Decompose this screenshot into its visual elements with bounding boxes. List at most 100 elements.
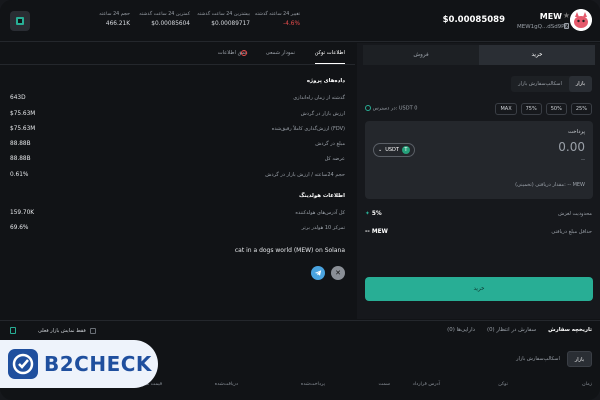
order-type-scalp[interactable]: اسکالپ‌سفارش بازار: [511, 76, 569, 92]
tab-order-history[interactable]: تاریخچه سفارش: [548, 327, 592, 333]
token-name: MEW: [539, 12, 562, 21]
stat-low: کمترین 24 ساعت گذشته $0.00085604: [130, 12, 190, 27]
token-description: cat in a dogs world (MEW) on Solana: [234, 247, 345, 254]
tab-token-info[interactable]: اطلاعات توکن: [314, 50, 346, 64]
estimated-receive: مقدار دریافتی (تخمینی): -- MEW: [515, 182, 585, 188]
info-tabs: اطلاعات توکن نمودار شمعی عمق اطلاعات !: [0, 43, 355, 65]
percent-buttons: 25% 50% 75% MAX: [495, 103, 592, 115]
col-time: زمان: [582, 382, 592, 387]
col-side: سمت: [378, 382, 390, 387]
slippage-label: محدودیت لغزش: [558, 211, 592, 217]
star-icon[interactable]: ★: [563, 11, 570, 20]
min-receive-label: حداقل مبلغ دریافتی: [551, 229, 592, 235]
info-row: کل آدرس‌های هولدکننده 159.70K: [10, 210, 345, 219]
trade-panel: فروش خرید بازار اسکالپ‌سفارش بازار در دس…: [357, 43, 600, 319]
token-avatar: [570, 9, 592, 31]
info-row: تمرکز 10 هولدر برتر 69.6%: [10, 225, 345, 234]
percent-max-button[interactable]: MAX: [495, 103, 517, 115]
order-type-tabs: بازار اسکالپ‌سفارش بازار: [511, 76, 592, 92]
stat-high-label: بیشترین 24 ساعت گذشته: [197, 12, 250, 17]
orders-tabs: تاریخچه سفارش سفارش در انتظار (0) دارایی…: [447, 327, 592, 333]
token-info-panel: اطلاعات توکن نمودار شمعی عمق اطلاعات ! د…: [0, 43, 355, 319]
telegram-icon[interactable]: [311, 266, 325, 280]
top-header: حجم 24 ساعته 466.21K کمترین 24 ساعت گذشت…: [0, 0, 600, 42]
min-receive-value: -- MEW: [365, 229, 388, 235]
info-row: گذشته از زمان راه‌اندازی 643D: [10, 95, 345, 104]
info-row-value: 88.88B: [10, 156, 31, 162]
token-address[interactable]: MEW1gQ...dSd9P6: [517, 24, 568, 30]
pay-label: پرداخت: [568, 129, 585, 135]
stat-volume: حجم 24 ساعته 466.21K: [74, 12, 130, 27]
slippage-row: محدودیت لغزش ✦ 5%: [365, 211, 592, 221]
info-row-label: تمرکز 10 هولدر برتر: [301, 225, 345, 231]
tab-pending-orders[interactable]: سفارش در انتظار (0): [487, 327, 536, 333]
sidebar-toggle-icon[interactable]: [10, 11, 30, 31]
info-row-value: $75.63M: [10, 111, 36, 117]
percent-50-button[interactable]: 50%: [545, 103, 567, 115]
col-received: دریافت‌شده: [214, 382, 238, 387]
info-row-label: عرضه کل: [324, 156, 345, 162]
b2check-logo: [8, 349, 38, 379]
available-balance: در دسترس: USDT 0: [365, 105, 417, 112]
col-contract: آدرس قرارداد: [412, 382, 440, 387]
info-row-label: حجم 24ساعته / ارزش بازار در گردش: [265, 172, 345, 178]
tab-sell[interactable]: فروش: [363, 45, 479, 65]
orders-type-scalp[interactable]: اسکالپ‌سفارش بازار: [509, 351, 567, 367]
x-icon[interactable]: ✕: [331, 266, 345, 280]
slippage-value[interactable]: ✦ 5%: [365, 211, 382, 217]
stat-low-value: $0.00085604: [151, 21, 190, 27]
info-row-value: 88.88B: [10, 141, 31, 147]
info-row-label: مبلغ در گردش: [315, 141, 345, 147]
info-row-value: 159.70K: [10, 210, 35, 216]
holding-data-title: اطلاعات هولدینگ: [298, 193, 345, 199]
tab-assets[interactable]: دارایی‌ها (0): [447, 327, 475, 333]
pay-subvalue: --: [581, 157, 585, 163]
percent-75-button[interactable]: 75%: [520, 103, 542, 115]
alert-icon: !: [241, 50, 247, 56]
stat-change-value: -4.6%: [283, 21, 300, 27]
usdt-icon: T: [401, 146, 410, 154]
info-row-label: ارزش‌گذاری کاملاً رقیق‌شده (FDV): [271, 126, 345, 132]
info-row: عرضه کل 88.88B: [10, 156, 345, 165]
watermark-text: B2CHECK: [44, 352, 152, 376]
settings-icon: ✦: [365, 211, 372, 217]
col-paid: پرداخت‌شده: [300, 382, 325, 387]
pay-input-box: پرداخت 0.00 -- ⌄ USDT T مقدار دریافتی (ت…: [365, 121, 593, 199]
info-row: ارزش‌گذاری کاملاً رقیق‌شده (FDV) $75.63M: [10, 126, 345, 135]
min-receive-row: حداقل مبلغ دریافتی -- MEW: [365, 229, 592, 239]
app-window: حجم 24 ساعته 466.21K کمترین 24 ساعت گذشت…: [0, 0, 600, 400]
pay-amount-input[interactable]: 0.00: [558, 140, 585, 154]
info-row: مبلغ در گردش 88.88B: [10, 141, 345, 150]
trash-icon[interactable]: [10, 327, 16, 334]
buy-sell-tabs: فروش خرید: [363, 45, 595, 65]
currency-label: USDT: [385, 147, 399, 153]
token-price: $0.00085089: [442, 15, 505, 25]
filter-current-market[interactable]: فقط نمایش بازار فعلی: [10, 327, 96, 334]
tab-buy[interactable]: خرید: [479, 45, 595, 65]
stat-change: تغییر 24 ساعته گذشته -4.6%: [244, 12, 300, 27]
info-row-value: 643D: [10, 95, 26, 101]
info-row: ارزش بازار در گردش $75.63M: [10, 111, 345, 120]
info-row-label: کل آدرس‌های هولدکننده: [295, 210, 345, 216]
filter-label: فقط نمایش بازار فعلی: [38, 327, 86, 334]
info-row-label: گذشته از زمان راه‌اندازی: [293, 95, 345, 101]
stat-high: بیشترین 24 ساعت گذشته $0.00089717: [188, 12, 250, 27]
info-row-value: $75.63M: [10, 126, 36, 132]
info-row-value: 0.61%: [10, 172, 29, 178]
stat-high-value: $0.00089717: [211, 21, 250, 27]
wallet-icon: [365, 105, 371, 111]
orders-type-tabs: بازار اسکالپ‌سفارش بازار: [509, 351, 592, 367]
info-row-label: ارزش بازار در گردش: [300, 111, 345, 117]
col-token: توکن: [498, 382, 508, 387]
buy-button[interactable]: خرید: [365, 277, 593, 301]
filter-checkbox[interactable]: [89, 327, 96, 334]
copy-icon[interactable]: [564, 23, 569, 29]
stat-change-label: تغییر 24 ساعته گذشته: [254, 12, 300, 17]
available-balance-text: در دسترس: USDT 0: [372, 105, 418, 112]
order-type-market[interactable]: بازار: [568, 76, 592, 92]
orders-type-market[interactable]: بازار: [566, 351, 592, 367]
slippage-value-text: 5%: [371, 211, 382, 217]
currency-selector[interactable]: ⌄ USDT T: [373, 143, 415, 157]
chevron-down-icon: ⌄: [378, 147, 383, 153]
percent-25-button[interactable]: 25%: [570, 103, 592, 115]
